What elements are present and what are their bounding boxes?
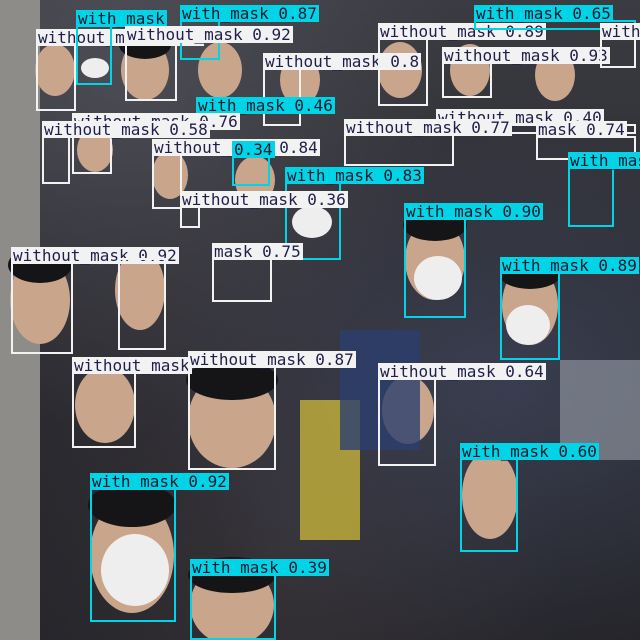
detection-label: with_mask 0.89 — [500, 256, 639, 275]
detection-label: without_mask 0.36 — [180, 190, 348, 209]
detection-label: without_mask 0.77 — [344, 118, 512, 137]
detection-image: without_mask 0.92 with_mask with_mask 0.… — [0, 0, 640, 640]
detection-label: without_mask 0.64 — [378, 362, 546, 381]
detection-box: with_mask 0.89 — [500, 257, 639, 360]
detection-label: mask 0.74 — [536, 120, 627, 139]
detection-label: with_mask 0.87 — [180, 4, 319, 23]
detection-label: with_mask 0.90 — [404, 202, 543, 221]
detection-box: with_mask 0.39 — [190, 559, 329, 640]
detection-box: without_mask 0.89 — [378, 23, 546, 106]
detection-box: mask 0.75 — [212, 243, 303, 302]
detection-label: without_mask 0.93 — [442, 46, 610, 65]
detection-label: without_mask 0.87 — [188, 350, 356, 369]
detection-box: without_mask 0.84 — [152, 139, 320, 209]
detection-label: without_mask 0.92 — [125, 25, 293, 44]
detection-label: with_mask 0.39 — [190, 558, 329, 577]
detection-label: without_mask 0.62 — [600, 23, 640, 40]
detection-box — [118, 258, 166, 350]
detection-box: without_mask 0.93 — [442, 47, 610, 98]
detection-box: without_mask 0.62 — [600, 23, 640, 68]
detection-label: with_mask 0.81 — [568, 152, 640, 169]
detection-box: without_mask 0.92 — [36, 29, 204, 111]
detection-box: without_mask 0.58 — [42, 121, 210, 184]
detection-label: 0.34 — [232, 140, 275, 159]
detection-box: without_mask 0.87 — [188, 351, 356, 470]
detection-box: with_mask 0.90 — [404, 203, 543, 318]
detection-box: without_mask 0.92 — [125, 26, 293, 101]
detection-box: 0.34 — [232, 141, 275, 186]
detection-box: with_mask 0.81 — [568, 152, 640, 227]
detection-label: mask 0.75 — [212, 242, 303, 261]
detection-box: without_mask 0.77 — [344, 119, 512, 166]
detection-label: with_mask 0.60 — [460, 442, 599, 461]
detection-box: with_mask 0.60 — [460, 443, 599, 552]
detection-box: with_mask — [76, 10, 167, 85]
detection-box: without_mask 0.92 — [11, 247, 179, 354]
detection-box: without_mask 0.36 — [180, 191, 348, 228]
detection-label: without_mask 0.58 — [42, 120, 210, 139]
detection-box: with_mask 0.92 — [90, 473, 229, 622]
detection-label: with_mask 0.65 — [474, 4, 613, 23]
detection-box: without_mask 0.64 — [378, 363, 546, 466]
detection-box: without_mask — [72, 357, 192, 448]
detection-label: with_mask 0.83 — [285, 166, 424, 185]
detection-label: without_mask — [72, 356, 192, 375]
detection-label: with_mask 0.92 — [90, 472, 229, 491]
